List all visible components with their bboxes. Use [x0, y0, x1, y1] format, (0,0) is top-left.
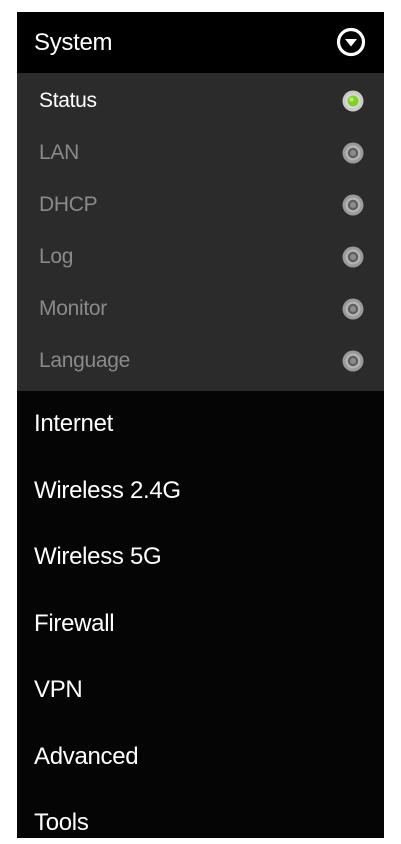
- menu-item-label: Firewall: [34, 609, 115, 637]
- submenu-item-language[interactable]: Language: [17, 335, 384, 387]
- submenu-item-label: DHCP: [39, 193, 98, 216]
- submenu-item-log[interactable]: Log: [17, 231, 384, 283]
- section-label-system: System: [34, 28, 113, 56]
- submenu-item-label: LAN: [39, 141, 79, 164]
- menu-item-label: Advanced: [34, 742, 139, 770]
- menu-item-internet[interactable]: Internet: [17, 391, 384, 458]
- submenu-item-status[interactable]: Status: [17, 75, 384, 127]
- menu-item-label: Wireless 2.4G: [34, 476, 181, 504]
- menu-item-advanced[interactable]: Advanced: [17, 724, 384, 791]
- menu-item-label: Wireless 5G: [34, 543, 162, 571]
- sidebar-menu: System Status LAN DHCP Log Monitor Langu…: [17, 12, 384, 838]
- submenu-item-label: Log: [39, 245, 74, 268]
- top-level-menu: Internet Wireless 2.4G Wireless 5G Firew…: [17, 391, 384, 838]
- inactive-indicator-icon: [342, 298, 364, 320]
- chevron-down-circle-icon[interactable]: [336, 27, 366, 57]
- menu-item-tools[interactable]: Tools: [17, 790, 384, 838]
- menu-item-label: VPN: [34, 676, 83, 704]
- menu-item-label: Internet: [34, 410, 113, 438]
- submenu-item-monitor[interactable]: Monitor: [17, 283, 384, 335]
- inactive-indicator-icon: [342, 194, 364, 216]
- submenu-item-lan[interactable]: LAN: [17, 127, 384, 179]
- system-submenu: Status LAN DHCP Log Monitor Language: [17, 73, 384, 391]
- inactive-indicator-icon: [342, 142, 364, 164]
- menu-item-firewall[interactable]: Firewall: [17, 591, 384, 658]
- submenu-item-label: Language: [39, 349, 131, 372]
- submenu-item-label: Status: [39, 89, 97, 112]
- menu-item-label: Tools: [34, 809, 89, 837]
- inactive-indicator-icon: [342, 350, 364, 372]
- submenu-item-label: Monitor: [39, 297, 107, 320]
- menu-item-wireless-2-4g[interactable]: Wireless 2.4G: [17, 458, 384, 525]
- active-indicator-icon: [342, 90, 364, 112]
- submenu-item-dhcp[interactable]: DHCP: [17, 179, 384, 231]
- menu-item-vpn[interactable]: VPN: [17, 657, 384, 724]
- section-header-system[interactable]: System: [17, 12, 384, 73]
- inactive-indicator-icon: [342, 246, 364, 268]
- menu-item-wireless-5g[interactable]: Wireless 5G: [17, 524, 384, 591]
